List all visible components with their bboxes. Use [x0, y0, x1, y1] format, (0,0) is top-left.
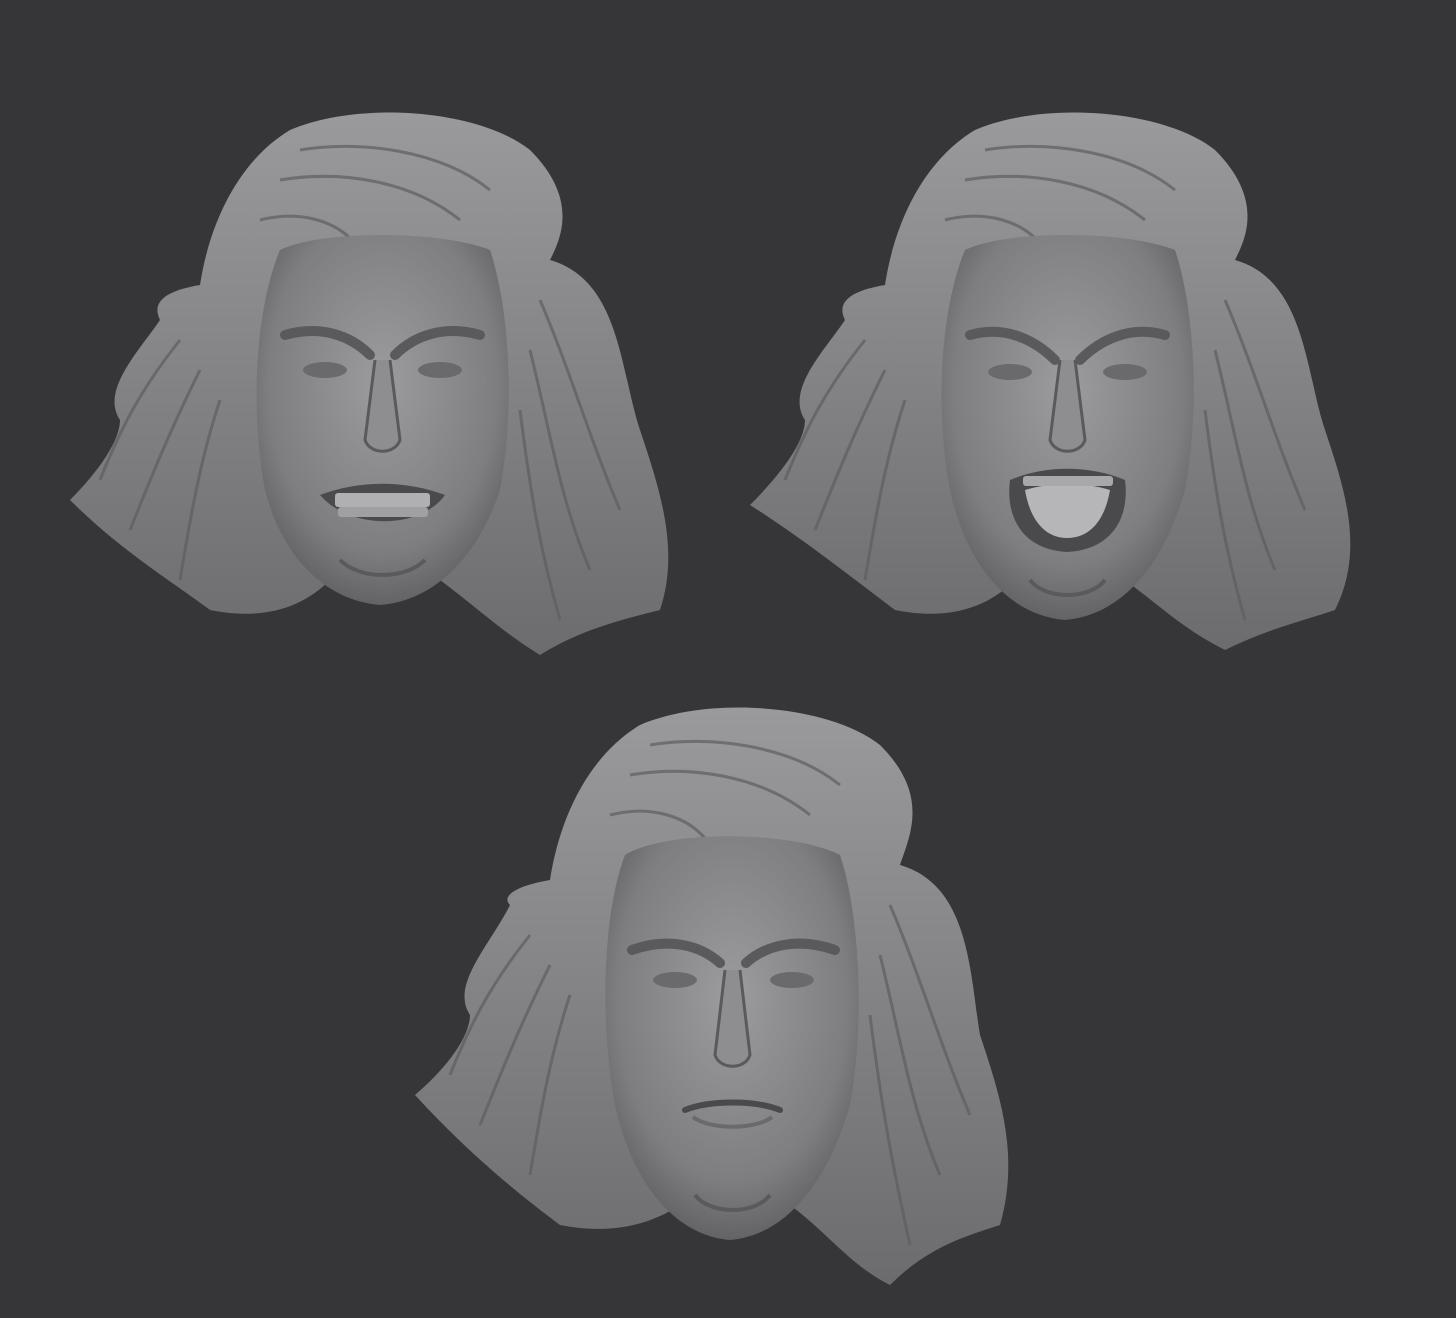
- render-viewport: [0, 0, 1456, 1318]
- head-sculpt-snarl: [60, 110, 700, 670]
- head-sculpt-neutral: [410, 705, 1040, 1295]
- head-sculpt-roar: [745, 110, 1395, 660]
